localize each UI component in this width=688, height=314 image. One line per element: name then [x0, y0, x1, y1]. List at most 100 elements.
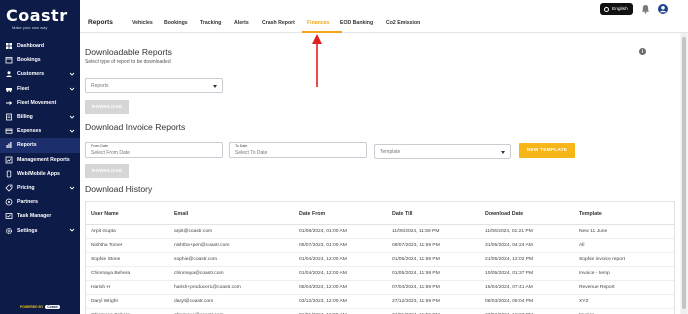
- sidebar-item-reports[interactable]: Reports: [0, 138, 80, 153]
- info-icon[interactable]: i: [639, 48, 646, 55]
- tab-co2-emission[interactable]: Co2 Emission: [386, 20, 420, 26]
- to-date-field[interactable]: To Date Select To Date: [229, 142, 367, 158]
- sidebar-item-management-reports[interactable]: Management Reports: [0, 153, 80, 167]
- sidebar-item-label: Web/Mobile Apps: [17, 170, 60, 177]
- column-header[interactable]: Date From: [299, 211, 325, 217]
- table-cell: chinmaya@coastr.com: [174, 271, 224, 276]
- sidebar-item-settings[interactable]: Settings: [0, 223, 80, 237]
- sidebar-item-partners[interactable]: Partners: [0, 195, 80, 209]
- column-header[interactable]: Download Date: [485, 211, 523, 217]
- table-row: Daryl Wright daryl@coastr.com 03/12/2023, …: [86, 295, 674, 309]
- sidebar-item-label: Billing: [17, 114, 33, 121]
- table-cell: Daryl Wright: [91, 299, 118, 304]
- sidebar-item-label: Customers: [17, 71, 45, 78]
- sidebar: Coastr Make your own way Dashboard Bookin…: [0, 0, 80, 314]
- sidebar-item-task-manager[interactable]: Task Manager: [0, 209, 80, 223]
- sidebar-item-billing[interactable]: Billing: [0, 110, 80, 124]
- table-row: Harish H harish+producer1@coastr.com 05/04…: [86, 281, 674, 295]
- chevron-down-icon[interactable]: [69, 227, 75, 233]
- tab-vehicles[interactable]: Vehicles: [132, 20, 153, 26]
- table-cell: 10/05/2024, 01:37 PM: [485, 271, 534, 276]
- sidebar-item-label: Bookings: [17, 57, 41, 64]
- arrow-up-icon: [312, 34, 322, 87]
- table-cell: Sophie Stone: [91, 257, 121, 262]
- report-type-placeholder: Reports: [91, 82, 109, 89]
- downloadable-reports-title: Downloadable Reports: [85, 47, 172, 57]
- download-history-title: Download History: [85, 184, 153, 194]
- logo[interactable]: Coastr Make your own way: [6, 8, 76, 34]
- customers-icon: [5, 70, 13, 78]
- user-account-icon[interactable]: [658, 4, 668, 14]
- table-cell: 27/12/2023, 11:59 PM: [392, 299, 440, 304]
- table-cell: Nishtha Tomer: [91, 243, 123, 248]
- tab-eod-banking[interactable]: EOD Banking: [340, 20, 373, 26]
- column-header[interactable]: Email: [174, 211, 188, 217]
- report-type-select[interactable]: Reports: [85, 78, 223, 93]
- chevron-down-icon[interactable]: [69, 114, 75, 120]
- sidebar-item-web-mobile-apps[interactable]: Web/Mobile Apps: [0, 167, 80, 181]
- download-report-button[interactable]: DOWNLOAD: [85, 100, 129, 114]
- table-cell: sophie@coastr.com: [174, 257, 218, 262]
- from-date-field[interactable]: From Date Select From Date: [85, 142, 223, 158]
- sidebar-nav: Dashboard Bookings Customers Fleet Fleet Mov…: [0, 39, 80, 238]
- table-cell: arpit@coastr.com: [174, 229, 213, 234]
- scrollbar-thumb[interactable]: [682, 37, 686, 309]
- language-button[interactable]: English: [600, 3, 633, 15]
- table-cell: Sophie invoice report: [579, 257, 625, 262]
- table-cell: 07/04/2024, 11:59 PM: [392, 285, 440, 290]
- column-header[interactable]: Template: [579, 211, 602, 217]
- powered-by-brand: Coastr: [45, 304, 60, 309]
- tab-tracking[interactable]: Tracking: [200, 20, 221, 26]
- sidebar-item-label: Expenses: [17, 128, 42, 135]
- table-row: Sophie Stone sophie@coastr.com 01/04/2024,…: [86, 253, 674, 267]
- language-label: English: [612, 6, 628, 12]
- partners-icon: [5, 198, 13, 206]
- sidebar-item-fleet-movement[interactable]: Fleet Movement: [0, 96, 80, 110]
- top-bar: Reports Vehicles Bookings Tracking Alert…: [80, 0, 688, 33]
- table-cell: 01/04/2024, 12:00 AM: [299, 257, 347, 262]
- sidebar-item-fleet[interactable]: Fleet: [0, 82, 80, 96]
- tab-crash-report[interactable]: Crash Report: [262, 20, 295, 26]
- sidebar-item-dashboard[interactable]: Dashboard: [0, 39, 80, 53]
- table-cell: 09/07/2023, 11:59 PM: [392, 243, 440, 248]
- sidebar-item-bookings[interactable]: Bookings: [0, 53, 80, 67]
- chevron-down-icon[interactable]: [69, 128, 75, 134]
- new-template-button[interactable]: NEW TEMPLATE: [519, 143, 575, 158]
- table-cell: Invoice - temp: [579, 271, 610, 276]
- download-invoice-button[interactable]: DOWNLOAD: [85, 164, 129, 178]
- table-row: Nishtha Tomer nishtha+pen@coastr.com 05/07…: [86, 239, 674, 253]
- invoice-reports-title: Download Invoice Reports: [85, 122, 186, 132]
- chevron-down-icon[interactable]: [69, 86, 75, 92]
- logo-tagline: Make your own way: [12, 25, 48, 30]
- tab-alerts[interactable]: Alerts: [234, 20, 249, 26]
- bell-icon[interactable]: [641, 4, 650, 14]
- reports-icon: [5, 141, 13, 149]
- sidebar-item-label: Reports: [17, 142, 37, 149]
- sidebar-item-expenses[interactable]: Expenses: [0, 124, 80, 138]
- chevron-down-icon[interactable]: [69, 185, 75, 191]
- sidebar-item-label: Fleet Movement: [17, 99, 57, 106]
- chevron-down-icon[interactable]: [69, 71, 75, 77]
- table-cell: 03/12/2023, 12:00 AM: [299, 299, 347, 304]
- table-cell: 01/04/2024, 12:00 AM: [299, 271, 347, 276]
- page-title: Reports: [88, 19, 113, 26]
- downloadable-reports-subtitle: Select type of report to be downloaded: [85, 59, 171, 65]
- table-row: Chinmaya Beherachinmaya@coastr.com01/01/…: [86, 309, 674, 314]
- sidebar-item-pricing[interactable]: Pricing: [0, 181, 80, 195]
- table-cell: 01/05/2024, 11:59 PM: [392, 271, 440, 276]
- column-header[interactable]: User Name: [91, 211, 119, 217]
- globe-icon: [604, 6, 609, 12]
- table-cell: 08/03/2024, 09:04 PM: [485, 299, 534, 304]
- tab-bookings[interactable]: Bookings: [164, 20, 188, 26]
- powered-by-badge: POWERED BY Coastr: [14, 303, 66, 310]
- sidebar-item-customers[interactable]: Customers: [0, 67, 80, 81]
- column-header[interactable]: Date Till: [392, 211, 413, 217]
- fleet-movement-icon: [5, 99, 13, 107]
- management-reports-icon: [5, 156, 13, 164]
- from-date-label: From Date: [91, 144, 108, 148]
- sidebar-item-label: Fleet: [17, 85, 30, 92]
- tab-finances[interactable]: Finances: [307, 20, 330, 26]
- page-scrollbar[interactable]: [681, 33, 687, 314]
- template-select[interactable]: Template: [374, 144, 511, 159]
- table-cell: New 11 June: [579, 229, 608, 234]
